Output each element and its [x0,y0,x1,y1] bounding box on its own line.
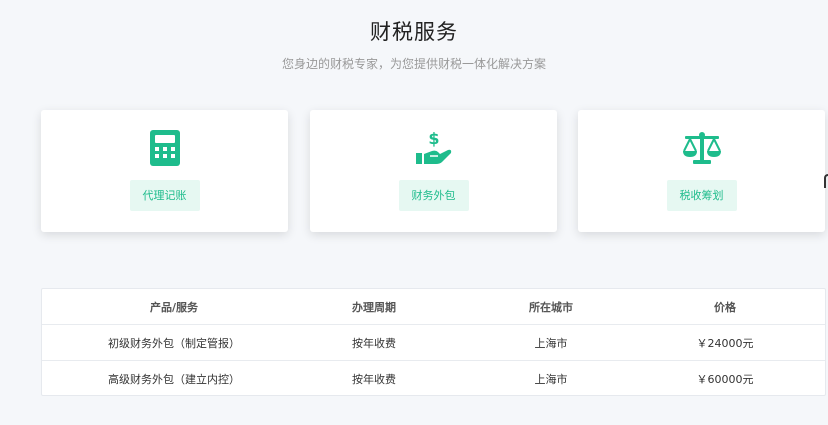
service-card-tax-planning[interactable]: 税收筹划 [578,110,825,232]
service-tag-label[interactable]: 财务外包 [398,180,469,211]
table-row[interactable]: 初级财务外包（制定管报） 按年收费 上海市 ￥24000元 [42,325,825,361]
service-tag-label[interactable]: 代理记账 [129,180,200,211]
table-row[interactable]: 高级财务外包（建立内控） 按年收费 上海市 ￥60000元 [42,361,825,397]
table-header-row: 产品/服务 办理周期 所在城市 价格 [42,289,825,325]
page-subtitle: 您身边的财税专家，为您提供财税一体化解决方案 [281,57,546,71]
calculator-icon [144,127,186,169]
scale-icon [681,127,723,169]
table-cell-price: ￥24000元 [696,336,754,350]
column-header: 办理周期 [352,300,396,314]
table-cell-cycle: 按年收费 [352,373,396,386]
column-header: 所在城市 [529,300,573,314]
svg-text:$: $ [428,129,439,148]
hand-money-icon: $ [413,127,455,169]
column-header: 价格 [714,300,736,314]
edge-fragment [824,174,828,188]
service-tag-label[interactable]: 税收筹划 [666,180,737,211]
table-cell-price: ￥60000元 [696,373,754,386]
section-header: 财税服务 您身边的财税专家，为您提供财税一体化解决方案 [0,18,828,72]
table-cell-service: 初级财务外包（制定管报） [108,336,240,350]
table-cell-service: 高级财务外包（建立内控） [108,373,240,386]
service-card-outsourcing[interactable]: $ 财务外包 [310,110,557,232]
price-table: 产品/服务 办理周期 所在城市 价格 初级财务外包（制定管报） 按年收费 上海市… [41,288,826,396]
table-cell-cycle: 按年收费 [352,336,396,350]
page-title: 财税服务 [370,20,458,44]
column-header: 产品/服务 [149,300,199,314]
table-cell-city: 上海市 [534,373,568,386]
service-cards: 代理记账 $ 财务外包 税收筹划 [41,110,828,232]
service-card-bookkeeping[interactable]: 代理记账 [41,110,288,232]
table-cell-city: 上海市 [534,336,568,350]
